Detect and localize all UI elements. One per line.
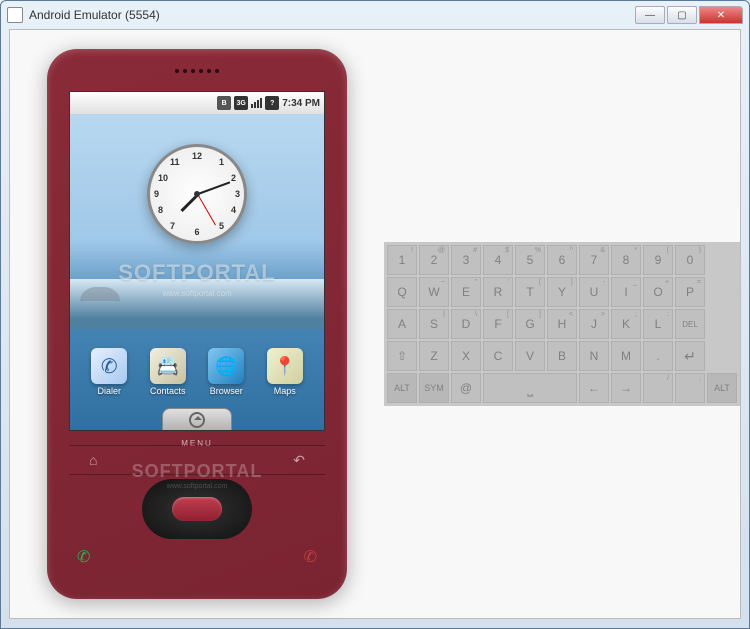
key-j[interactable]: J>	[579, 309, 609, 339]
contacts-icon	[150, 348, 186, 384]
nav-row: ⌂ ↶	[69, 445, 325, 475]
key-d[interactable]: D\	[451, 309, 481, 339]
bluetooth-icon: B	[217, 96, 231, 110]
maps-icon	[267, 348, 303, 384]
device-panel: B 3G ? 7:34 PM 12 1 2 3	[10, 30, 384, 618]
key-r[interactable]: R'	[483, 277, 513, 307]
call-row: ✆ ✆	[77, 547, 317, 567]
drawer-icon	[189, 412, 205, 428]
key-←[interactable]: ←	[579, 373, 609, 403]
key-x[interactable]: X	[451, 341, 481, 371]
app-browser[interactable]: Browser	[208, 348, 244, 396]
phone-screen[interactable]: B 3G ? 7:34 PM 12 1 2 3	[69, 91, 325, 431]
watermark-2-sub: www.softportal.com	[167, 483, 228, 490]
key-s[interactable]: S|	[419, 309, 449, 339]
key-k[interactable]: K;	[611, 309, 641, 339]
earpiece	[175, 69, 219, 73]
key-3[interactable]: 3#	[451, 245, 481, 275]
key-.[interactable]: .	[643, 341, 673, 371]
key-c[interactable]: C	[483, 341, 513, 371]
client-area: B 3G ? 7:34 PM 12 1 2 3	[9, 29, 741, 619]
home-button[interactable]: ⌂	[89, 452, 97, 468]
app-row: Dialer Contacts Browser	[70, 348, 324, 396]
app-drawer-handle[interactable]	[162, 408, 232, 431]
key-h[interactable]: H<	[547, 309, 577, 339]
close-button[interactable]: ✕	[699, 6, 743, 24]
key-blank[interactable]: /	[643, 373, 673, 403]
key-sym[interactable]: SYM	[419, 373, 449, 403]
key-i[interactable]: I_	[611, 277, 641, 307]
status-time: 7:34 PM	[282, 98, 320, 109]
call-button[interactable]: ✆	[77, 547, 90, 567]
key-2[interactable]: 2@	[419, 245, 449, 275]
key-5[interactable]: 5%	[515, 245, 545, 275]
key-7[interactable]: 7&	[579, 245, 609, 275]
app-dialer[interactable]: Dialer	[91, 348, 127, 396]
key-t[interactable]: T{	[515, 277, 545, 307]
key-y[interactable]: Y}	[547, 277, 577, 307]
key-z[interactable]: Z	[419, 341, 449, 371]
key-→[interactable]: →	[611, 373, 641, 403]
unknown-icon: ?	[265, 96, 279, 110]
app-contacts[interactable]: Contacts	[150, 348, 186, 396]
key-v[interactable]: V	[515, 341, 545, 371]
status-bar[interactable]: B 3G ? 7:34 PM	[70, 92, 324, 114]
window-controls: — ▢ ✕	[633, 6, 743, 24]
key-m[interactable]: M	[611, 341, 641, 371]
app-icon	[7, 7, 23, 23]
key-shift[interactable]	[387, 341, 417, 371]
key-q[interactable]: Q	[387, 277, 417, 307]
second-hand	[197, 194, 216, 226]
back-button[interactable]: ↶	[293, 452, 305, 469]
phone-body: B 3G ? 7:34 PM 12 1 2 3	[47, 49, 347, 599]
end-call-button[interactable]: ✆	[304, 547, 317, 567]
key-f[interactable]: F[	[483, 309, 513, 339]
key-n[interactable]: N	[579, 341, 609, 371]
key-blank[interactable]: ,	[675, 373, 705, 403]
clock-widget[interactable]: 12 1 2 3 4 5 6 7 8 9 10	[147, 144, 247, 244]
key-space wide[interactable]	[483, 373, 577, 403]
trackball-button[interactable]	[172, 497, 222, 521]
emulator-keyboard: 1!2@3#4$5%6^7&8*9(0) QW~E"R'T{Y}U-I_O+P= A…	[384, 242, 740, 406]
key-4[interactable]: 4$	[483, 245, 513, 275]
key-8[interactable]: 8*	[611, 245, 641, 275]
signal-icon	[251, 98, 262, 108]
key-l[interactable]: L:	[643, 309, 673, 339]
wallpaper-horizon	[70, 279, 324, 329]
titlebar[interactable]: Android Emulator (5554) — ▢ ✕	[1, 1, 749, 29]
key-@[interactable]: @	[451, 373, 481, 403]
key-u[interactable]: U-	[579, 277, 609, 307]
key-6[interactable]: 6^	[547, 245, 577, 275]
watermark-sub: www.softportal.com	[162, 289, 231, 298]
keyboard-panel: 1!2@3#4$5%6^7&8*9(0) QW~E"R'T{Y}U-I_O+P= A…	[384, 30, 740, 618]
key-0[interactable]: 0)	[675, 245, 705, 275]
browser-icon	[208, 348, 244, 384]
app-maps[interactable]: Maps	[267, 348, 303, 396]
key-a[interactable]: A	[387, 309, 417, 339]
window-title: Android Emulator (5554)	[29, 8, 633, 22]
minimize-button[interactable]: —	[635, 6, 665, 24]
key-e[interactable]: E"	[451, 277, 481, 307]
key-w[interactable]: W~	[419, 277, 449, 307]
key-alt[interactable]: ALT	[387, 373, 417, 403]
key-9[interactable]: 9(	[643, 245, 673, 275]
key-alt[interactable]: ALT	[707, 373, 737, 403]
threeg-icon: 3G	[234, 96, 248, 110]
key-del[interactable]: DEL	[675, 309, 705, 339]
app-window: Android Emulator (5554) — ▢ ✕ B 3G ? 7:3…	[0, 0, 750, 629]
key-o[interactable]: O+	[643, 277, 673, 307]
maximize-button[interactable]: ▢	[667, 6, 697, 24]
key-1[interactable]: 1!	[387, 245, 417, 275]
key-g[interactable]: G]	[515, 309, 545, 339]
dialer-icon	[91, 348, 127, 384]
key-p[interactable]: P=	[675, 277, 705, 307]
clock-face: 12 1 2 3 4 5 6 7 8 9 10	[147, 144, 247, 244]
home-screen[interactable]: 12 1 2 3 4 5 6 7 8 9 10	[70, 114, 324, 431]
minute-hand	[198, 181, 231, 195]
key-enter[interactable]	[675, 341, 705, 371]
key-b[interactable]: B	[547, 341, 577, 371]
